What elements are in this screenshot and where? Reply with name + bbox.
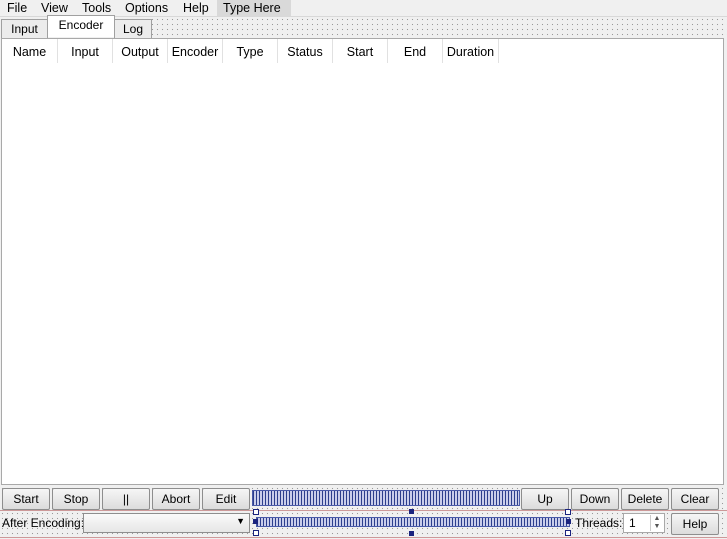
selected-panel-placeholder: [256, 517, 570, 527]
clear-button[interactable]: Clear: [671, 488, 719, 510]
selection-handle-icon[interactable]: [409, 531, 414, 536]
col-end[interactable]: End: [388, 39, 443, 63]
col-input[interactable]: Input: [58, 39, 113, 63]
selection-handle-icon[interactable]: [253, 519, 258, 524]
menu-options[interactable]: Options: [123, 0, 170, 16]
delete-button[interactable]: Delete: [621, 488, 669, 510]
after-encoding-label: After Encoding:: [2, 516, 85, 530]
start-button[interactable]: Start: [2, 488, 50, 510]
job-list[interactable]: Name Input Output Encoder Type Status St…: [1, 38, 724, 485]
col-name[interactable]: Name: [2, 39, 58, 63]
menu-tools[interactable]: Tools: [80, 0, 113, 16]
selection-handle-icon[interactable]: [565, 509, 571, 515]
after-encoding-combo[interactable]: ▼: [83, 513, 250, 533]
progress-bar-placeholder: [252, 490, 520, 506]
selection-handle-icon[interactable]: [253, 509, 259, 515]
threads-spinner[interactable]: 1 ▲ ▼: [623, 513, 665, 533]
after-encoding-row: After Encoding: ▼ Threads: 1 ▲ ▼ Help: [0, 509, 727, 538]
menu-file[interactable]: File: [5, 0, 29, 16]
column-headers: Name Input Output Encoder Type Status St…: [2, 39, 723, 63]
threads-value: 1: [629, 516, 636, 530]
selection-handle-icon[interactable]: [409, 509, 414, 514]
col-encoder[interactable]: Encoder: [168, 39, 223, 63]
col-output[interactable]: Output: [113, 39, 168, 63]
tab-encoder[interactable]: Encoder: [47, 15, 115, 37]
selection-handle-icon[interactable]: [565, 530, 571, 536]
spinner-arrows-icon[interactable]: ▲ ▼: [650, 515, 663, 531]
help-button[interactable]: Help: [671, 513, 719, 535]
menu-help[interactable]: Help: [181, 0, 211, 16]
stop-button[interactable]: Stop: [52, 488, 100, 510]
col-type[interactable]: Type: [223, 39, 278, 63]
pause-button[interactable]: ||: [102, 488, 150, 510]
down-button[interactable]: Down: [571, 488, 619, 510]
control-button-row: Start Stop || Abort Edit Up Down Delete …: [0, 486, 727, 510]
tab-strip: Input Encoder Log: [0, 15, 727, 39]
edit-button[interactable]: Edit: [202, 488, 250, 510]
abort-button[interactable]: Abort: [152, 488, 200, 510]
threads-label: Threads:: [575, 516, 623, 530]
selection-handle-icon[interactable]: [566, 519, 571, 524]
selection-handle-icon[interactable]: [253, 530, 259, 536]
up-button[interactable]: Up: [521, 488, 569, 510]
col-status[interactable]: Status: [278, 39, 333, 63]
col-start[interactable]: Start: [333, 39, 388, 63]
tab-log[interactable]: Log: [114, 19, 152, 39]
tab-input[interactable]: Input: [1, 19, 48, 39]
menu-view[interactable]: View: [39, 0, 70, 16]
col-duration[interactable]: Duration: [443, 39, 499, 63]
menu-type-here[interactable]: Type Here: [217, 0, 291, 16]
dropdown-arrow-icon[interactable]: ▼: [236, 516, 245, 526]
